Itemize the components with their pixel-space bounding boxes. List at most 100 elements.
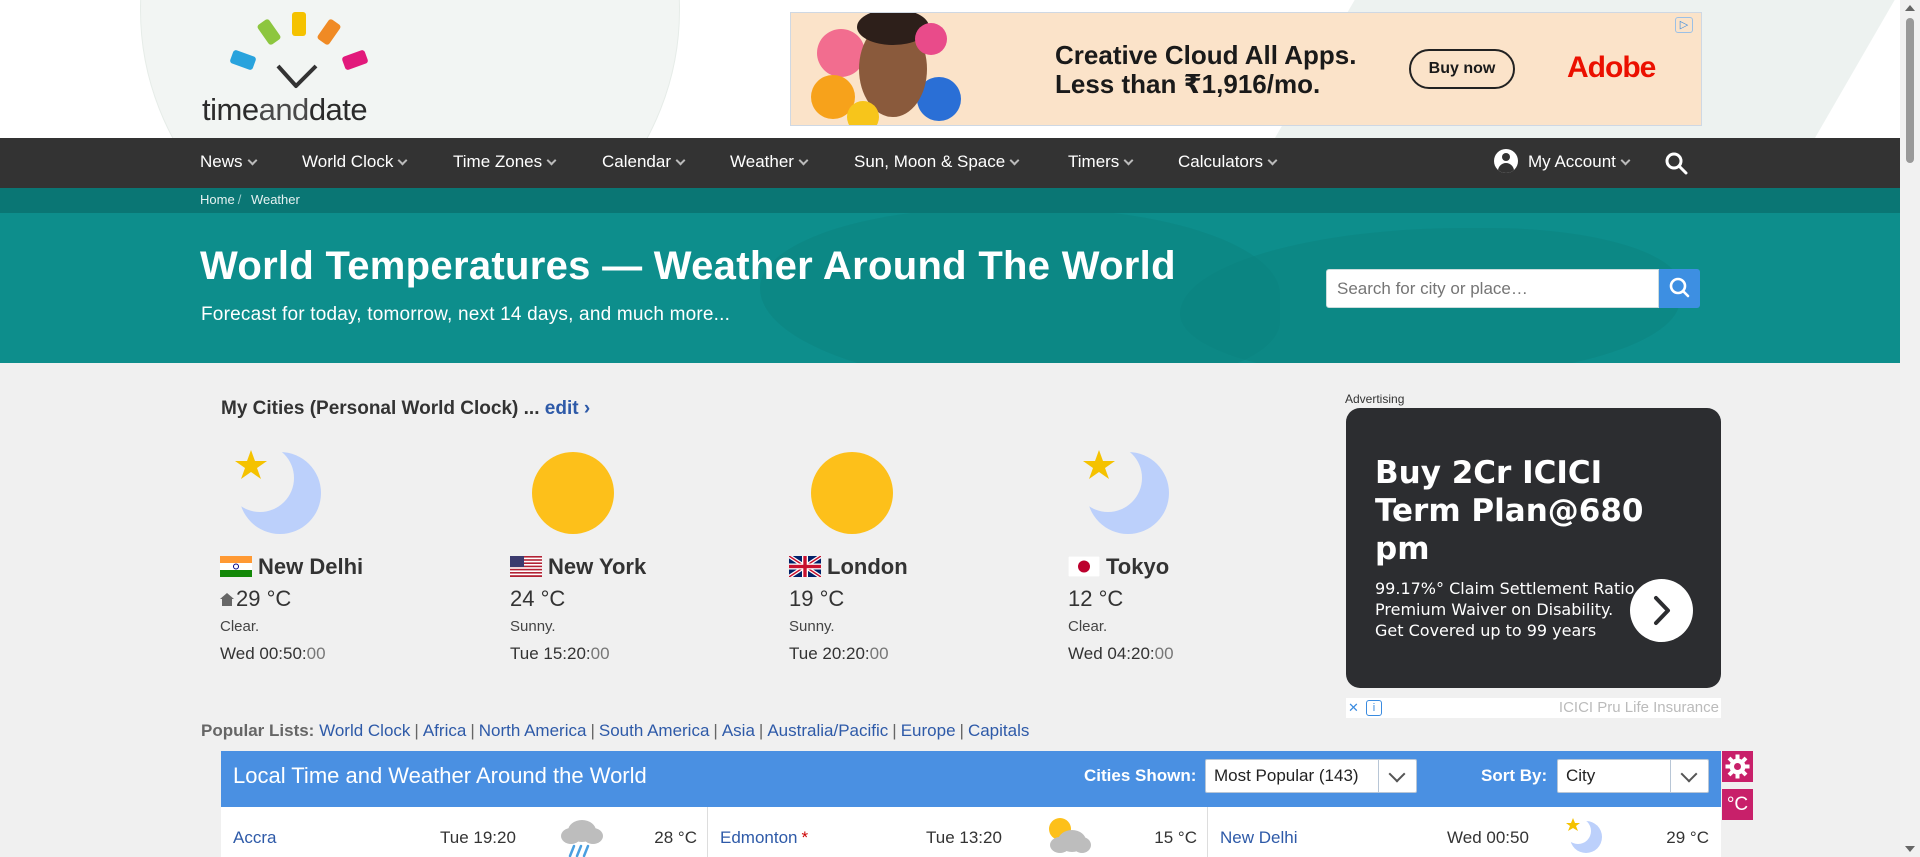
adchoices-icon[interactable]: ▷ <box>1675 17 1693 33</box>
city-temperature: 15 °C <box>1154 828 1197 847</box>
flag-india-icon <box>220 556 252 577</box>
city-time: Wed 04:20:00 <box>1068 644 1174 663</box>
city-temperature: 28 °C <box>654 828 697 847</box>
side-advertisement[interactable]: Buy 2Cr ICICI Term Plan@680 pm 99.17%° C… <box>1346 408 1721 688</box>
chevron-down-icon <box>397 155 408 166</box>
popular-link-australia-pacific[interactable]: Australia/Pacific <box>767 721 888 740</box>
nav-sun-moon-space[interactable]: Sun, Moon & Space <box>854 138 1020 188</box>
cities-shown-select[interactable]: Most Popular (143) <box>1205 759 1417 793</box>
edit-cities-link[interactable]: edit › <box>545 398 590 419</box>
popular-link-north-america[interactable]: North America <box>479 721 587 740</box>
city-temperature: 29 °C <box>220 586 291 612</box>
site-logo[interactable]: timeanddate <box>200 10 400 128</box>
popular-link-europe[interactable]: Europe <box>901 721 956 740</box>
nav-calendar[interactable]: Calendar <box>602 138 686 188</box>
ad-buy-now-button[interactable]: Buy now <box>1409 49 1515 89</box>
scroll-down-arrow-icon[interactable] <box>1905 846 1915 852</box>
chevron-down-icon <box>546 155 557 166</box>
popular-link-africa[interactable]: Africa <box>423 721 466 740</box>
flag-usa-icon <box>510 556 542 577</box>
city-card-new-delhi[interactable]: New Delhi 29 °C Clear. Wed 00:50:00 <box>220 448 450 668</box>
city-condition: Clear. <box>220 618 260 635</box>
city-link[interactable]: New Delhi <box>1220 828 1297 848</box>
moon-star-icon <box>1074 448 1169 534</box>
nav-news[interactable]: News <box>200 138 257 188</box>
ad-headline: Buy 2Cr ICICI Term Plan@680 pm <box>1375 455 1644 567</box>
city-name: London <box>789 554 908 580</box>
chevron-down-icon <box>1267 155 1278 166</box>
city-link[interactable]: Accra <box>233 828 276 848</box>
city-link[interactable]: Edmonton * <box>720 828 808 848</box>
chevron-down-icon <box>1378 760 1416 792</box>
nav-my-account[interactable]: My Account <box>1494 138 1631 188</box>
popular-link-asia[interactable]: Asia <box>722 721 755 740</box>
popular-link-south-america[interactable]: South America <box>599 721 710 740</box>
chevron-down-icon <box>1620 155 1631 166</box>
city-temperature: 19 °C <box>789 586 845 611</box>
my-cities-heading: My Cities (Personal World Clock) ... edi… <box>221 398 591 419</box>
nav-weather[interactable]: Weather <box>730 138 809 188</box>
weather-table-header: Local Time and Weather Around the World … <box>221 751 1721 807</box>
city-temperature: 12 °C <box>1068 586 1124 611</box>
city-time: Wed 00:50:00 <box>220 644 326 663</box>
nav-timers[interactable]: Timers <box>1068 138 1134 188</box>
ad-info-icon[interactable]: i <box>1366 700 1382 716</box>
top-advertisement[interactable]: Creative Cloud All Apps. Less than ₹1,91… <box>790 12 1702 126</box>
nav-calculators[interactable]: Calculators <box>1178 138 1278 188</box>
city-name: Tokyo <box>1068 554 1169 580</box>
search-icon[interactable] <box>1664 151 1688 175</box>
popular-link-capitals[interactable]: Capitals <box>968 721 1029 740</box>
home-icon <box>220 593 234 606</box>
breadcrumb-home[interactable]: Home <box>200 192 235 207</box>
chevron-down-icon <box>1123 155 1134 166</box>
logo-text: timeanddate <box>202 92 368 127</box>
ad-body: 99.17%° Claim Settlement Ratio. Premium … <box>1375 579 1640 640</box>
weather-table-body: Accra Tue 19:20 28 °C Edmonton * Tue 13:2… <box>221 807 1721 857</box>
scrollbar-thumb[interactable] <box>1906 18 1914 163</box>
partly-cloudy-icon <box>1049 818 1091 853</box>
ad-advertiser[interactable]: ICICI Pru Life Insurance <box>1559 699 1719 716</box>
city-search-button[interactable] <box>1659 269 1700 308</box>
table-row: Accra Tue 19:20 28 °C <box>221 807 708 857</box>
chevron-down-icon <box>247 155 257 166</box>
city-condition: Sunny. <box>789 618 835 635</box>
page-title: World Temperatures — Weather Around The … <box>200 244 1176 288</box>
advertising-label: Advertising <box>1345 392 1405 406</box>
flag-japan-icon <box>1068 556 1100 577</box>
page-scrollbar[interactable] <box>1900 0 1920 857</box>
chevron-down-icon <box>675 155 686 166</box>
breadcrumb-current[interactable]: Weather <box>251 192 300 207</box>
ad-brand-logo: Adobe <box>1567 51 1656 84</box>
chevron-down-icon <box>1670 760 1708 792</box>
moon-star-icon <box>226 448 321 534</box>
table-settings-button[interactable] <box>1722 751 1753 782</box>
popular-lists: Popular Lists: World Clock | Africa | North … <box>201 721 1030 740</box>
ad-close-icon[interactable]: ✕ <box>1348 700 1359 716</box>
popular-link-world-clock[interactable]: World Clock <box>319 721 410 740</box>
city-card-london[interactable]: London 19 °C Sunny. Tue 20:20:00 <box>789 448 1019 668</box>
sun-icon <box>532 452 614 534</box>
site-header: timeanddate Creative Cloud All Apps. Les… <box>0 0 1900 138</box>
ad-arrow-button[interactable] <box>1630 579 1693 642</box>
cities-shown-label: Cities Shown: <box>1084 766 1197 785</box>
nav-world-clock[interactable]: World Clock <box>302 138 408 188</box>
gear-icon <box>1725 754 1750 779</box>
rain-cloud-icon <box>561 820 603 857</box>
logo-mark-icon <box>230 12 368 88</box>
nav-time-zones[interactable]: Time Zones <box>453 138 557 188</box>
city-card-tokyo[interactable]: Tokyo 12 °C Clear. Wed 04:20:00 <box>1068 448 1298 668</box>
chevron-down-icon <box>1009 155 1020 166</box>
city-card-new-york[interactable]: New York 24 °C Sunny. Tue 15:20:00 <box>510 448 740 668</box>
main-nav: News World Clock Time Zones Calendar Wea… <box>0 138 1900 188</box>
sort-by-select[interactable]: City <box>1557 759 1709 793</box>
chevron-right-icon <box>1654 596 1670 625</box>
city-name: New York <box>510 554 646 580</box>
ad-footer: ✕ i ICICI Pru Life Insurance <box>1346 698 1721 718</box>
city-search-input[interactable] <box>1326 269 1659 308</box>
breadcrumb: Home / Weather <box>200 192 300 207</box>
search-icon <box>1669 277 1690 298</box>
temperature-unit-button[interactable]: °C <box>1722 789 1753 820</box>
scroll-up-arrow-icon[interactable] <box>1905 5 1915 11</box>
city-local-time: Tue 13:20 <box>926 828 1002 847</box>
account-icon <box>1494 149 1518 173</box>
